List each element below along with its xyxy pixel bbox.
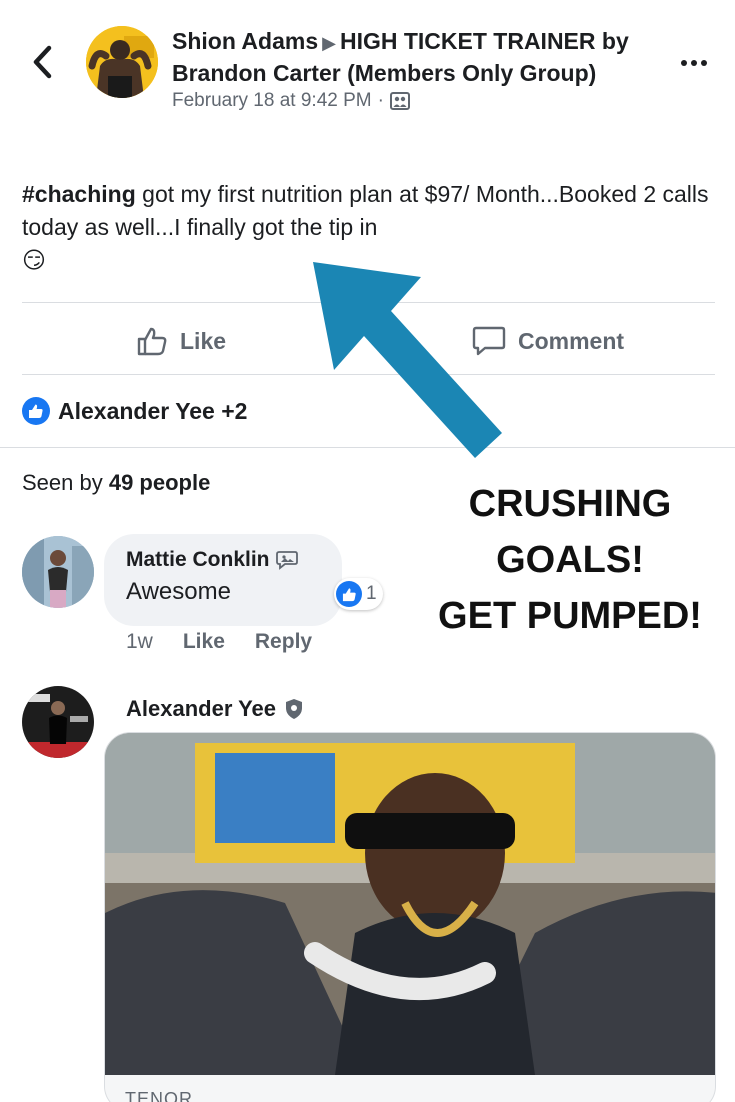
seen-by-count: 49 people xyxy=(108,470,211,495)
like-label: Like xyxy=(180,327,227,354)
comment-reply-button[interactable]: Reply xyxy=(255,630,312,654)
author-name[interactable]: Shion Adams xyxy=(172,28,318,54)
group-privacy-icon xyxy=(389,92,410,110)
comment-age[interactable]: 1w xyxy=(126,630,153,654)
like-reaction-icon xyxy=(336,581,362,607)
reactions-names: Alexander Yee +2 xyxy=(58,397,248,424)
comment-reaction-count: 1 xyxy=(366,583,377,604)
reactions-summary[interactable]: Alexander Yee +2 xyxy=(22,395,247,427)
smirk-emoji-icon: 😏 xyxy=(22,247,46,273)
more-options-button[interactable] xyxy=(672,48,716,78)
seen-by-prefix: Seen by xyxy=(22,470,109,495)
comment-author-name: Mattie Conklin xyxy=(126,548,270,571)
hashtag-link[interactable]: #chaching xyxy=(22,181,136,207)
comment-bubble-icon xyxy=(472,326,506,356)
play-arrow-icon: ▶ xyxy=(322,33,336,53)
comment-author-name: Alexander Yee xyxy=(126,696,277,721)
comment-bubble[interactable]: Mattie Conklin Awesome xyxy=(104,534,342,626)
comment-author[interactable]: Mattie Conklin xyxy=(126,548,320,572)
commenter-avatar[interactable] xyxy=(22,536,94,608)
comment-button[interactable]: Comment xyxy=(472,321,624,361)
thumbs-up-icon xyxy=(137,327,167,356)
like-reaction-icon xyxy=(22,397,50,425)
overlay-caption: CRUSHING GOALS! GET PUMPED! xyxy=(410,476,730,644)
gif-image xyxy=(105,733,715,1075)
post-timestamp[interactable]: February 18 at 9:42 PM xyxy=(172,90,372,112)
comment-reaction-badge[interactable]: 1 xyxy=(334,578,383,610)
post-meta: February 18 at 9:42 PM · xyxy=(172,90,662,112)
post-body: #chaching got my first nutrition plan at… xyxy=(22,178,712,277)
author-avatar[interactable] xyxy=(86,26,158,98)
gif-attachment[interactable]: TENOR xyxy=(104,732,716,1102)
like-button[interactable]: Like xyxy=(136,321,226,361)
admin-shield-icon xyxy=(286,699,303,719)
caption-line-1: CRUSHING xyxy=(468,483,672,525)
action-bar: Like Comment xyxy=(0,303,735,375)
back-button[interactable] xyxy=(22,40,62,84)
divider xyxy=(0,447,735,448)
more-dots-icon xyxy=(691,60,697,66)
comment-label: Comment xyxy=(518,327,625,354)
comment-author[interactable]: Alexander Yee xyxy=(126,696,304,722)
conversation-starter-icon xyxy=(275,551,298,570)
more-dots-icon xyxy=(681,60,687,66)
post-title: Shion Adams ▶ HIGH TICKET TRAINER by Brand… xyxy=(172,26,662,88)
caption-line-3: GET PUMPED! xyxy=(438,595,702,637)
comment-text: Awesome xyxy=(126,578,231,605)
meta-separator: · xyxy=(377,90,384,111)
more-dots-icon xyxy=(701,60,707,66)
back-chevron-icon xyxy=(33,45,52,79)
commenter-avatar[interactable] xyxy=(22,686,94,758)
gif-source: TENOR xyxy=(105,1075,715,1102)
divider xyxy=(22,374,715,375)
header-text: Shion Adams ▶ HIGH TICKET TRAINER by Brand… xyxy=(172,26,662,112)
caption-line-2: GOALS! xyxy=(496,539,644,581)
post-header: Shion Adams ▶ HIGH TICKET TRAINER by Brand… xyxy=(0,0,735,160)
comment-like-button[interactable]: Like xyxy=(183,630,225,654)
comment-meta: 1w Like Reply xyxy=(126,630,312,654)
seen-by[interactable]: Seen by 49 people xyxy=(22,470,210,496)
